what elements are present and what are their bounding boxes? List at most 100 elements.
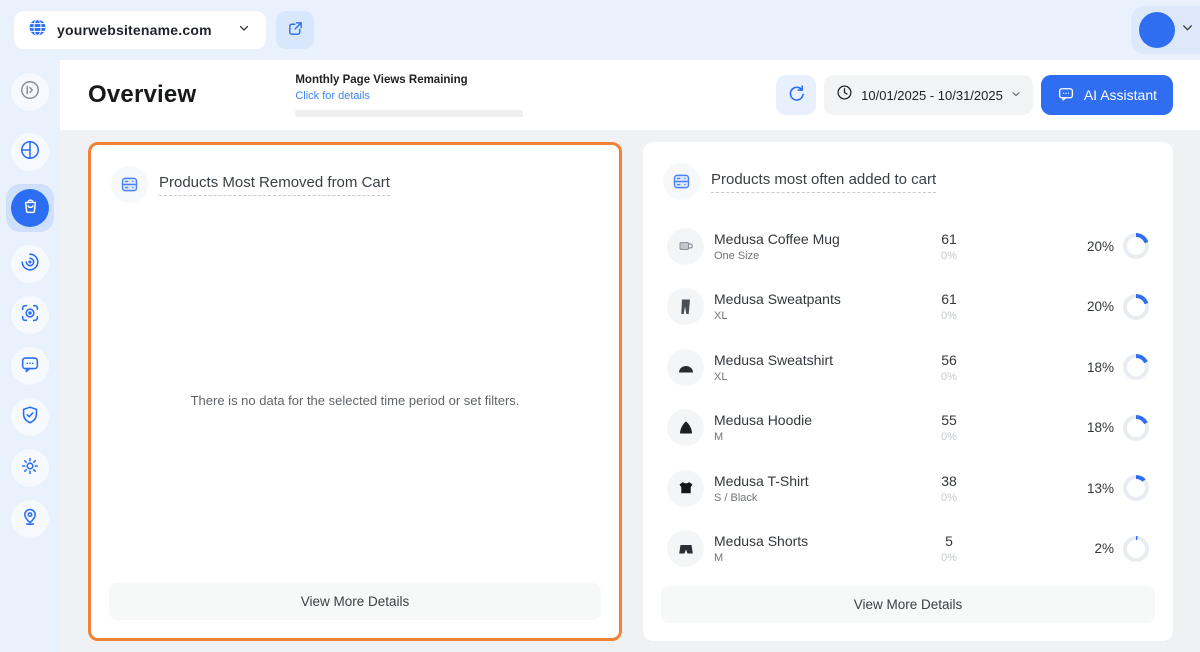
account-menu[interactable]	[1131, 6, 1200, 54]
product-count-percent: 0%	[919, 552, 979, 564]
product-share-percent: 2%	[1094, 541, 1114, 556]
shopping-bag-icon	[20, 195, 41, 221]
sidebar-item-feedback[interactable]	[11, 347, 49, 385]
product-thumbnail-hoodie	[667, 409, 704, 446]
refresh-button[interactable]	[776, 75, 816, 115]
product-name: Medusa Sweatshirt	[714, 352, 919, 368]
views-remaining-label: Monthly Page Views Remaining	[295, 74, 467, 86]
product-name: Medusa Shorts	[714, 533, 919, 549]
donut-chart	[1123, 536, 1149, 562]
product-thumbnail-sweatshirt	[667, 349, 704, 386]
sidebar-item-recordings[interactable]	[11, 296, 49, 334]
chevron-down-icon	[1011, 86, 1021, 104]
clock-icon	[836, 84, 853, 106]
topbar: yourwebsitename.com	[0, 0, 1200, 60]
external-link-icon	[287, 20, 304, 40]
product-count: 61	[919, 231, 979, 247]
view-more-details-button[interactable]: View More Details	[661, 586, 1155, 623]
views-progress-bar	[295, 110, 523, 117]
swirl-arcs-icon	[19, 251, 41, 278]
product-count: 56	[919, 352, 979, 368]
shield-check-icon	[19, 404, 41, 431]
product-share-percent: 20%	[1087, 239, 1114, 254]
sidebar-item-analytics[interactable]	[11, 133, 49, 171]
content-area: Products Most Removed from Cart There is…	[60, 130, 1200, 652]
chat-bubble-icon	[1057, 85, 1075, 106]
donut-chart	[1123, 233, 1149, 259]
product-thumbnail-shorts	[667, 530, 704, 567]
location-pin-icon	[19, 506, 41, 533]
product-share-percent: 18%	[1087, 420, 1114, 435]
product-row[interactable]: Medusa Hoodie M 55 0% 18%	[643, 398, 1173, 459]
view-more-details-button[interactable]: View More Details	[109, 583, 601, 620]
product-name: Medusa Coffee Mug	[714, 231, 919, 247]
product-count: 55	[919, 412, 979, 428]
open-website-button[interactable]	[276, 11, 314, 49]
product-row[interactable]: Medusa Shorts M 5 0% 2%	[643, 519, 1173, 580]
product-thumbnail-pants	[667, 288, 704, 325]
product-name: Medusa Hoodie	[714, 412, 919, 428]
page-header: Overview Monthly Page Views Remaining Cl…	[60, 60, 1200, 130]
sidebar-collapse-button[interactable]	[11, 73, 49, 111]
page-title: Overview	[88, 81, 196, 109]
chat-bubble-icon	[19, 353, 41, 380]
donut-chart	[1123, 294, 1149, 320]
product-variant: M	[714, 431, 919, 443]
sidebar-item-locations[interactable]	[11, 500, 49, 538]
website-name: yourwebsitename.com	[57, 22, 228, 38]
product-thumbnail-tshirt	[667, 470, 704, 507]
ai-assistant-button[interactable]: AI Assistant	[1041, 75, 1173, 115]
product-variant: One Size	[714, 250, 919, 262]
product-share-percent: 18%	[1087, 360, 1114, 375]
globe-icon	[28, 18, 47, 42]
chevron-down-icon	[238, 21, 250, 39]
pie-chart-icon	[19, 139, 41, 166]
product-list: Medusa Coffee Mug One Size 61 0% 20% Med…	[643, 214, 1173, 579]
website-selector[interactable]: yourwebsitename.com	[14, 11, 266, 49]
product-count: 38	[919, 473, 979, 489]
donut-chart	[1123, 354, 1149, 380]
card-title: Products most often added to cart	[711, 171, 936, 193]
table-widget-icon	[111, 166, 148, 203]
product-thumbnail-mug	[667, 228, 704, 265]
card-title: Products Most Removed from Cart	[159, 174, 390, 196]
sidebar-item-security[interactable]	[11, 398, 49, 436]
product-variant: XL	[714, 310, 919, 322]
product-name: Medusa T-Shirt	[714, 473, 919, 489]
product-variant: XL	[714, 371, 919, 383]
product-count: 61	[919, 291, 979, 307]
card-products-removed-from-cart: Products Most Removed from Cart There is…	[88, 142, 622, 641]
empty-state-message: There is no data for the selected time p…	[191, 393, 520, 408]
donut-chart	[1123, 475, 1149, 501]
table-widget-icon	[663, 163, 700, 200]
click-for-details-link[interactable]: Click for details	[295, 90, 370, 102]
product-share-percent: 20%	[1087, 299, 1114, 314]
date-range-picker[interactable]: 10/01/2025 - 10/31/2025	[824, 75, 1033, 115]
product-row[interactable]: Medusa Coffee Mug One Size 61 0% 20%	[643, 216, 1173, 277]
chevron-down-icon	[1181, 21, 1194, 39]
screen-record-icon	[19, 302, 41, 329]
date-range-value: 10/01/2025 - 10/31/2025	[861, 88, 1003, 103]
sidebar	[0, 60, 60, 652]
product-count-percent: 0%	[919, 250, 979, 262]
page-views-quota: Monthly Page Views Remaining Click for d…	[295, 74, 523, 117]
product-count-percent: 0%	[919, 431, 979, 443]
product-count-percent: 0%	[919, 492, 979, 504]
sidebar-item-funnels[interactable]	[11, 245, 49, 283]
product-variant: M	[714, 552, 919, 564]
product-count-percent: 0%	[919, 371, 979, 383]
ai-assistant-label: AI Assistant	[1084, 87, 1157, 103]
gear-icon	[19, 455, 41, 482]
product-row[interactable]: Medusa Sweatpants XL 61 0% 20%	[643, 277, 1173, 338]
donut-chart	[1123, 415, 1149, 441]
avatar	[1139, 12, 1175, 48]
product-name: Medusa Sweatpants	[714, 291, 919, 307]
product-share-percent: 13%	[1087, 481, 1114, 496]
collapse-panel-icon	[19, 79, 41, 106]
product-row[interactable]: Medusa T-Shirt S / Black 38 0% 13%	[643, 458, 1173, 519]
sidebar-item-ecommerce[interactable]	[6, 184, 54, 232]
refresh-icon	[787, 84, 806, 106]
product-row[interactable]: Medusa Sweatshirt XL 56 0% 18%	[643, 337, 1173, 398]
card-products-added-to-cart: Products most often added to cart Medusa…	[643, 142, 1173, 641]
sidebar-item-settings[interactable]	[11, 449, 49, 487]
